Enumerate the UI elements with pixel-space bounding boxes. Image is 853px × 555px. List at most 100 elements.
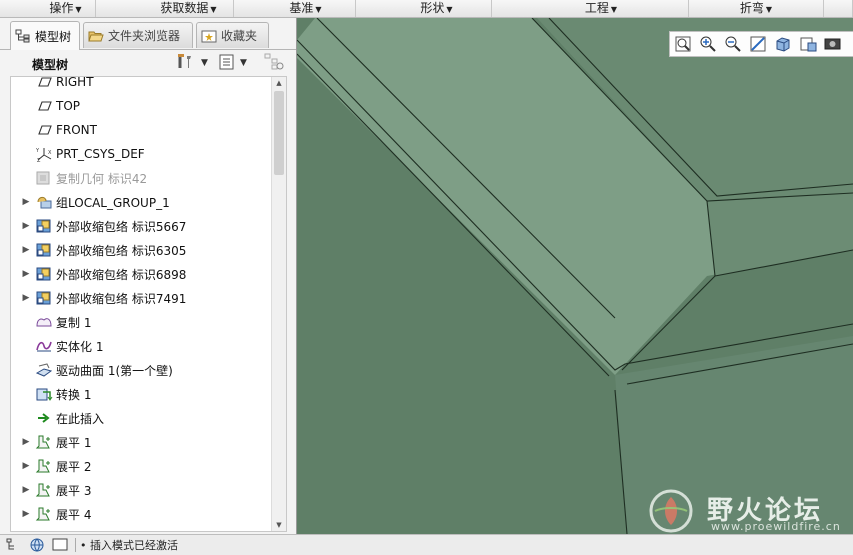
ribbon-group-label: 基准 — [289, 1, 314, 15]
tree-item[interactable]: ▶ 组LOCAL_GROUP_1 — [11, 190, 273, 214]
view-toolbar — [669, 31, 853, 57]
expand-arrow-icon[interactable]: ▶ — [20, 197, 32, 207]
tab-label: 文件夹浏览器 — [108, 29, 181, 43]
saved-views-icon[interactable] — [799, 35, 817, 53]
browser-toggle-icon[interactable] — [28, 537, 46, 552]
expand-arrow-icon[interactable]: ▶ — [20, 293, 32, 303]
tree-item-label: PRT_CSYS_DEF — [56, 147, 145, 161]
expand-arrow-icon[interactable]: ▶ — [20, 437, 32, 447]
driving-surface-icon — [35, 362, 53, 378]
tree-item[interactable]: ▶ 展平 3 — [11, 478, 273, 502]
ribbon-group-5[interactable]: 折弯 ▼ — [689, 0, 824, 17]
ribbon-group-4[interactable]: 工程 ▼ — [514, 0, 689, 17]
tab-favorites[interactable]: 收藏夹 — [196, 22, 269, 48]
favorites-icon — [201, 29, 217, 43]
flatten-icon — [35, 482, 53, 498]
tree-item[interactable]: Y X Z PRT_CSYS_DEF — [11, 142, 273, 166]
refit-icon[interactable] — [674, 35, 692, 53]
navigator-tabs: 模型树 文件夹浏览器 收藏夹 — [0, 18, 297, 50]
tree-item[interactable]: 实体化 1 — [11, 334, 273, 358]
display-style-icon[interactable] — [774, 35, 792, 53]
repaint-icon[interactable] — [749, 35, 767, 53]
tree-item[interactable]: ▶ 外部收缩包络 标识6898 — [11, 262, 273, 286]
datum-plane-icon — [35, 77, 53, 90]
expand-arrow-icon[interactable]: ▶ — [20, 485, 32, 495]
list-icon — [218, 53, 236, 74]
tree-item-label: RIGHT — [56, 76, 94, 89]
watermark-url: www.proewildfire.cn — [711, 520, 841, 533]
tree-item-label: 展平 1 — [56, 435, 92, 450]
screenshot-icon[interactable] — [824, 35, 842, 53]
navigator-panel: 模型树 文件夹浏览器 收藏夹 模型树 ▼ ▼ RIGHT TOP FRONT Y… — [0, 18, 297, 534]
shrinkwrap-icon — [35, 266, 53, 282]
tree-item-label: 实体化 1 — [56, 339, 104, 354]
ribbon-group-overflow[interactable] — [824, 0, 853, 17]
tree-item[interactable]: ▶ 外部收缩包络 标识6305 — [11, 238, 273, 262]
expand-arrow-icon[interactable]: ▶ — [20, 269, 32, 279]
scrollbar-thumb[interactable] — [274, 91, 284, 175]
tree-item[interactable]: FRONT — [11, 118, 273, 142]
insert-here-arrow-icon — [35, 410, 53, 426]
ribbon-group-0[interactable]: 操作 ▼ — [36, 0, 96, 17]
tab-model-tree[interactable]: 模型树 — [10, 21, 80, 50]
tree-item[interactable]: TOP — [11, 94, 273, 118]
tree-show-button[interactable]: ▼ — [218, 54, 247, 72]
tree-item[interactable]: 驱动曲面 1(第一个壁) — [11, 358, 273, 382]
status-message: • 插入模式已经激活 — [80, 538, 178, 552]
tree-settings-button[interactable]: ▼ — [176, 53, 208, 74]
copy-geometry-icon — [35, 170, 53, 186]
graphics-window[interactable]: 野火论坛 www.proewildfire.cn — [297, 18, 853, 534]
tree-item-label: 展平 2 — [56, 459, 92, 474]
tree-item-label: 外部收缩包络 标识6305 — [56, 243, 187, 258]
datum-plane-icon — [35, 98, 53, 114]
tree-item-label: 展平 4 — [56, 507, 92, 522]
ribbon-group-label: 折弯 — [739, 1, 764, 15]
expand-arrow-icon[interactable]: ▶ — [20, 509, 32, 519]
tree-item[interactable]: ▶ 展平 1 — [11, 430, 273, 454]
tree-scrollbar[interactable]: ▲ ▼ — [271, 77, 286, 531]
tree-item-label: 转换 1 — [56, 387, 92, 402]
screen-toggle-icon[interactable] — [51, 537, 69, 552]
tree-item[interactable]: RIGHT — [11, 76, 273, 94]
scroll-down-icon[interactable]: ▼ — [272, 519, 286, 531]
model-tree-title: 模型树 — [32, 58, 69, 72]
scroll-up-icon[interactable]: ▲ — [272, 77, 286, 89]
tree-item-label: 在此插入 — [56, 411, 105, 426]
tree-item-label: 外部收缩包络 标识6898 — [56, 267, 187, 282]
group-icon — [35, 194, 53, 210]
tree-filter-icon — [264, 53, 284, 74]
tree-toggle-icon[interactable] — [5, 537, 23, 552]
tree-item[interactable]: ▶ 外部收缩包络 标识7491 — [11, 286, 273, 310]
ribbon-group-1[interactable]: 获取数据 ▼ — [144, 0, 234, 17]
flatten-icon — [35, 458, 53, 474]
chevron-down-icon: ▼ — [765, 5, 773, 14]
tree-item[interactable]: 转换 1 — [11, 382, 273, 406]
chevron-down-icon: ▼ — [446, 5, 453, 14]
chevron-down-icon: ▼ — [315, 5, 322, 14]
tree-item[interactable]: ▶ 外部收缩包络 标识5667 — [11, 214, 273, 238]
tab-label: 收藏夹 — [221, 29, 258, 43]
tree-item-label: 复制 1 — [56, 315, 92, 330]
tree-filter-button[interactable] — [264, 53, 284, 74]
model-geometry — [297, 18, 853, 534]
svg-text:Y: Y — [35, 148, 40, 154]
tree-item[interactable]: 复制几何 标识42 — [11, 166, 273, 190]
ribbon-group-2[interactable]: 基准 ▼ — [256, 0, 356, 17]
status-bar: • 插入模式已经激活 — [0, 534, 853, 554]
expand-arrow-icon[interactable]: ▶ — [20, 461, 32, 471]
ribbon-group-3[interactable]: 形状 ▼ — [382, 0, 492, 17]
tab-label: 模型树 — [35, 29, 72, 44]
tree-item-label: TOP — [56, 99, 81, 113]
svg-text:X: X — [48, 150, 52, 156]
tree-item[interactable]: ▶ 展平 2 — [11, 454, 273, 478]
tree-item[interactable]: 在此插入 — [11, 406, 273, 430]
model-tree: RIGHT TOP FRONT Y X Z PRT_CSYS_DEF 复制几何 标识42 ▶ 组L… — [10, 76, 287, 532]
expand-arrow-icon[interactable]: ▶ — [20, 245, 32, 255]
tab-folder-browser[interactable]: 文件夹浏览器 — [83, 22, 193, 48]
zoom-in-icon[interactable] — [699, 35, 717, 53]
tree-item[interactable]: 复制 1 — [11, 310, 273, 334]
tools-icon — [176, 53, 196, 74]
expand-arrow-icon[interactable]: ▶ — [20, 221, 32, 231]
zoom-out-icon[interactable] — [724, 35, 742, 53]
tree-item[interactable]: ▶ 展平 4 — [11, 502, 273, 526]
